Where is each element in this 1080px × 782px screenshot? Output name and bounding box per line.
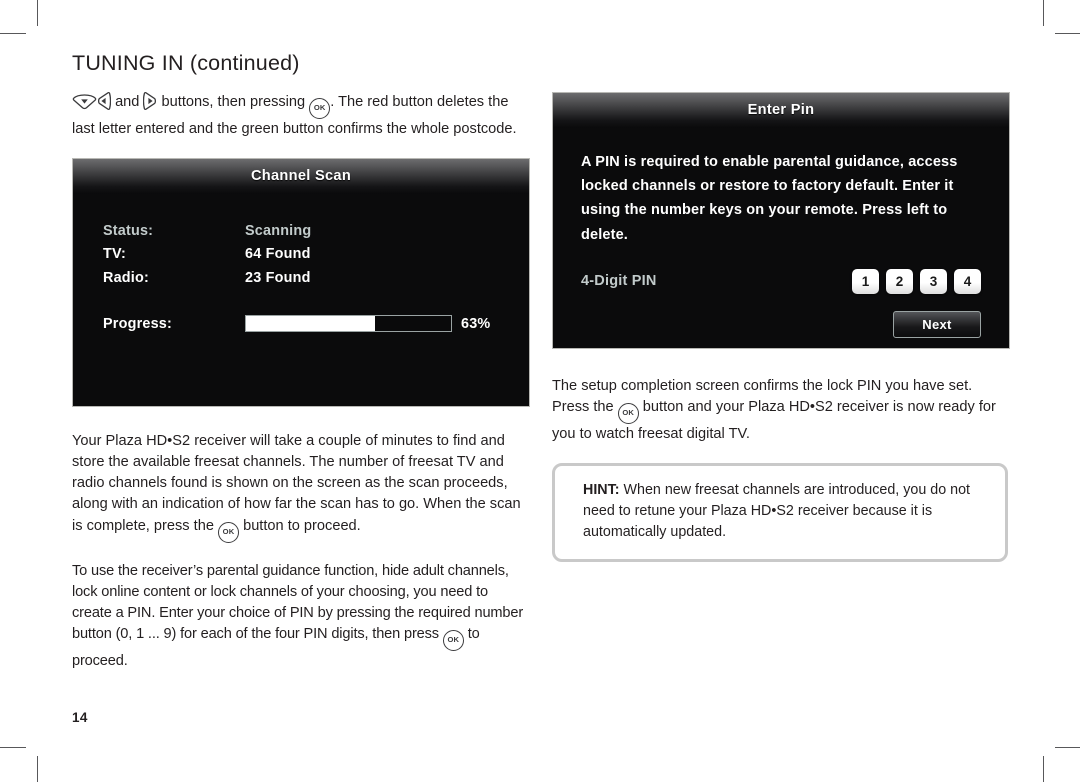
left-arrow-key-icon (97, 91, 112, 117)
channel-scan-panel: Channel Scan Status: Scanning TV: 64 Fou… (72, 157, 530, 407)
enter-pin-description: A PIN is required to enable parental gui… (581, 153, 958, 243)
text-buttons-then-pressing: buttons, then pressing (161, 93, 306, 110)
scan-row-status: Status: Scanning (103, 220, 529, 244)
right-arrow-key-icon (143, 91, 157, 117)
scan-row-radio: Radio: 23 Found (103, 267, 529, 291)
crop-mark-top-right-horizontal (1055, 33, 1080, 34)
crop-mark-bottom-left-vertical (37, 756, 38, 782)
paragraph-pin-creation: To use the receiver’s parental guidance … (72, 561, 528, 673)
ok-key-icon: OK (442, 630, 464, 652)
hint-body: When new freesat channels are introduced… (583, 482, 971, 541)
page-title: TUNING IN (continued) (72, 51, 300, 75)
pin-digit-4[interactable]: 4 (954, 268, 981, 294)
scan-radio-label: Radio: (103, 269, 149, 286)
scan-status-value: Scanning (245, 222, 312, 239)
text-and: and (115, 93, 140, 110)
left-column: and buttons, then pressing OK. The red b… (72, 91, 530, 691)
paragraph-postcode-entry: and buttons, then pressing OK. The red b… (72, 91, 528, 140)
scan-status-label: Status: (103, 222, 154, 239)
down-arrow-key-icon (72, 93, 97, 117)
paragraph-completion-text-2: button and your Plaza HD•S2 receiver is … (552, 398, 996, 442)
pin-next-row: Next (581, 310, 981, 338)
hint-text: HINT: When new freesat channels are intr… (583, 480, 983, 543)
channel-scan-body: Status: Scanning TV: 64 Found Radio: 23 … (73, 194, 529, 333)
ok-key-icon: OK (218, 521, 240, 543)
paragraph-setup-completion: The setup completion screen confirms the… (552, 376, 1008, 445)
crop-mark-top-left-vertical (37, 0, 38, 26)
scan-progress-bar (245, 315, 452, 333)
crop-mark-bottom-left-horizontal (0, 747, 26, 748)
scan-progress-percent: 63% (461, 315, 491, 332)
pin-entry-label: 4-Digit PIN (581, 273, 657, 290)
hint-box: HINT: When new freesat channels are intr… (552, 463, 1008, 563)
scan-progress-label: Progress: (103, 315, 172, 332)
scan-tv-label: TV: (103, 246, 126, 263)
pin-digit-group[interactable]: 1 2 3 4 (852, 268, 981, 294)
enter-pin-body: A PIN is required to enable parental gui… (553, 128, 1009, 338)
pin-digit-1[interactable]: 1 (852, 268, 879, 294)
enter-pin-panel-title: Enter Pin (553, 92, 1009, 128)
pin-digit-3[interactable]: 3 (920, 268, 947, 294)
page-number: 14 (72, 710, 88, 725)
scan-row-tv: TV: 64 Found (103, 243, 529, 267)
pin-digit-2[interactable]: 2 (886, 268, 913, 294)
next-button[interactable]: Next (893, 310, 981, 338)
enter-pin-panel: Enter Pin A PIN is required to enable pa… (552, 91, 1010, 349)
ok-key-icon: OK (309, 97, 331, 119)
scan-progress-bar-fill (246, 316, 376, 332)
crop-mark-bottom-right-horizontal (1055, 747, 1080, 748)
two-column-layout: and buttons, then pressing OK. The red b… (72, 91, 1010, 691)
paragraph-scan-explanation: Your Plaza HD•S2 receiver will take a co… (72, 431, 528, 543)
crop-mark-top-left-horizontal (0, 33, 26, 34)
channel-scan-panel-title: Channel Scan (73, 158, 529, 194)
paragraph-scan-text-2: button to proceed. (243, 517, 361, 534)
page-content: TUNING IN (continued) and buttons, then … (72, 51, 1010, 742)
hint-label: HINT: (583, 482, 620, 499)
scan-progress-row: Progress: 63% (103, 315, 529, 333)
crop-mark-bottom-right-vertical (1043, 756, 1044, 782)
ok-key-icon: OK (617, 402, 639, 424)
right-column: Enter Pin A PIN is required to enable pa… (552, 91, 1010, 691)
scan-tv-value: 64 Found (245, 246, 311, 263)
pin-entry-row: 4-Digit PIN 1 2 3 4 (581, 268, 981, 294)
crop-mark-top-right-vertical (1043, 0, 1044, 26)
scan-radio-value: 23 Found (245, 269, 311, 286)
